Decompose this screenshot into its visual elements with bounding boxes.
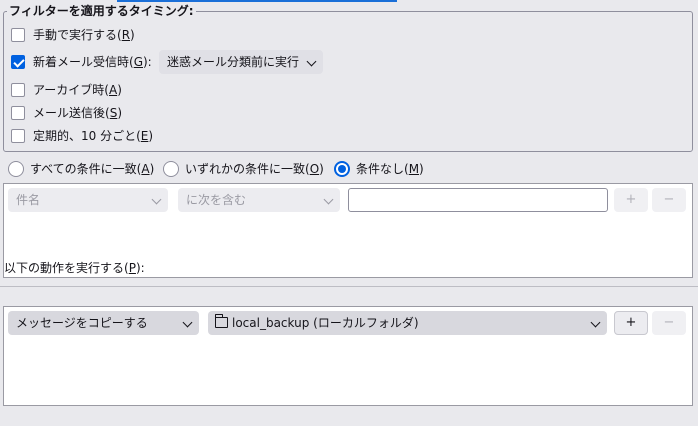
periodic-checkbox[interactable] bbox=[11, 129, 25, 143]
chevron-down-icon bbox=[323, 194, 334, 205]
match-all-label: すべての条件に一致(A) bbox=[30, 162, 155, 176]
add-action-button[interactable]: + bbox=[614, 311, 648, 335]
no-conditions-radio[interactable] bbox=[334, 161, 350, 177]
manual-run-label: 手動で実行する(R) bbox=[33, 28, 135, 42]
no-conditions-label: 条件なし(M) bbox=[356, 162, 424, 176]
folder-icon bbox=[215, 314, 228, 328]
divider bbox=[0, 286, 698, 287]
chevron-down-icon bbox=[306, 56, 317, 67]
condition-operator-select[interactable]: に次を含む bbox=[178, 188, 340, 212]
remove-action-button[interactable]: − bbox=[652, 311, 686, 335]
match-any-label: いずれかの条件に一致(O) bbox=[185, 162, 324, 176]
after-sending-checkbox[interactable] bbox=[11, 106, 25, 120]
chevron-down-icon bbox=[151, 194, 162, 205]
target-folder-select[interactable]: local_backup (ローカルフォルダ) bbox=[208, 311, 607, 335]
archive-label: アーカイブ時(A) bbox=[33, 83, 122, 97]
condition-field-select[interactable]: 件名 bbox=[8, 188, 168, 212]
manual-run-checkbox[interactable] bbox=[11, 28, 25, 42]
action-type-select[interactable]: メッセージをコピーする bbox=[8, 311, 199, 335]
match-any-radio[interactable] bbox=[163, 161, 179, 177]
condition-value-input[interactable] bbox=[348, 188, 608, 212]
remove-condition-button[interactable]: − bbox=[652, 188, 686, 212]
top-accent-bar bbox=[117, 0, 397, 2]
new-mail-checkbox[interactable] bbox=[11, 55, 25, 69]
actions-heading: 以下の動作を実行する(P): bbox=[4, 261, 145, 275]
new-mail-label: 新着メール受信時(G): bbox=[33, 55, 152, 69]
after-sending-label: メール送信後(S) bbox=[33, 106, 122, 120]
periodic-label: 定期的、10 分ごと(E) bbox=[33, 129, 154, 143]
add-condition-button[interactable]: + bbox=[614, 188, 648, 212]
chevron-down-icon bbox=[590, 317, 601, 328]
new-mail-timing-select[interactable]: 迷惑メール分類前に実行 bbox=[159, 50, 323, 74]
match-all-radio[interactable] bbox=[8, 161, 24, 177]
chevron-down-icon bbox=[182, 317, 193, 328]
filter-timing-legend: フィルターを適用するタイミング: bbox=[7, 3, 196, 19]
archive-checkbox[interactable] bbox=[11, 83, 25, 97]
